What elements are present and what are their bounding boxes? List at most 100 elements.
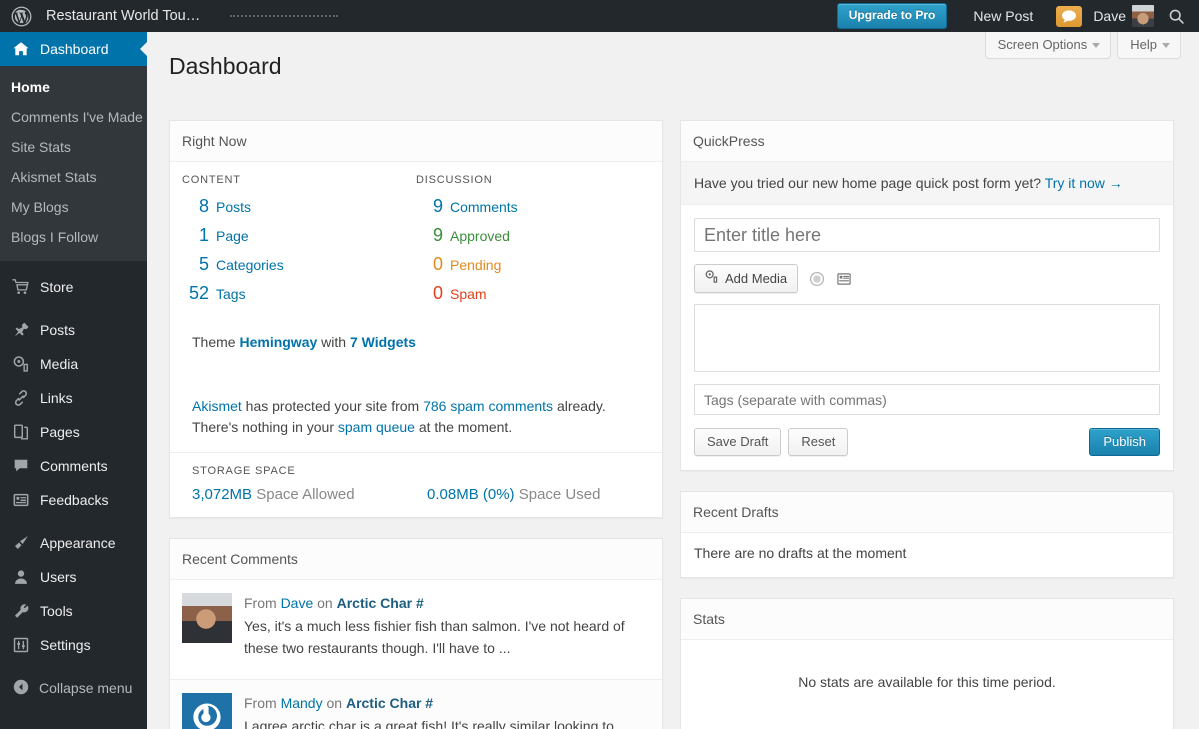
sidebar-item-site-stats[interactable]: Site Stats (0, 132, 147, 162)
theme-name-link[interactable]: Hemingway (239, 334, 317, 350)
main-content: Screen Options Help Dashboard Right Now … (147, 32, 1199, 729)
storage-space-section: STORAGE SPACE 3,072MB Space Allowed 0.08… (170, 452, 662, 517)
sidebar-item-dashboard[interactable]: Dashboard (0, 32, 147, 66)
widgets-link[interactable]: 7 Widgets (350, 334, 416, 350)
stat-row-pending[interactable]: 0 Pending (416, 252, 650, 277)
recent-comments-body: From Dave on Arctic Char # Yes, it's a m… (170, 580, 662, 729)
add-media-label: Add Media (725, 270, 788, 286)
record-audio-icon[interactable] (809, 271, 825, 287)
spam-queue-link[interactable]: spam queue (338, 419, 415, 435)
sidebar-item-comments[interactable]: Comments (0, 449, 147, 483)
sidebar-item-store[interactable]: Store (0, 270, 147, 304)
comment-item[interactable]: From Mandy on Arctic Char # I agree arct… (170, 680, 662, 729)
stats-title: Stats (681, 599, 1173, 640)
save-draft-button[interactable]: Save Draft (694, 428, 782, 456)
quickpress-title: QuickPress (681, 121, 1173, 162)
wrench-icon (11, 601, 31, 621)
comment-author[interactable]: Mandy (281, 695, 323, 711)
content-heading: CONTENT (182, 174, 241, 186)
space-used-cell: 0.08MB (0%) Space Used (427, 486, 662, 503)
wordpress-logo-icon[interactable] (0, 0, 42, 32)
sidebar-item-label: Tools (40, 603, 73, 619)
avatar[interactable] (1132, 5, 1154, 27)
comment-meta: From Mandy on Arctic Char # (244, 693, 650, 713)
sidebar-item-posts[interactable]: Posts (0, 313, 147, 347)
stat-row-categories[interactable]: 5 Categories (182, 252, 416, 277)
pin-icon (11, 320, 31, 340)
screen-options-button[interactable]: Screen Options (984, 32, 1112, 59)
stat-row-posts[interactable]: 8 Posts (182, 194, 416, 219)
new-post-button[interactable]: New Post (961, 8, 1045, 24)
akismet-link[interactable]: Akismet (192, 398, 242, 414)
reset-button[interactable]: Reset (788, 428, 849, 456)
stat-row-comments[interactable]: 9 Comments (416, 194, 650, 219)
chevron-down-icon (1162, 43, 1170, 48)
comment-bubble-icon[interactable] (1056, 5, 1083, 27)
sidebar-item-tools[interactable]: Tools (0, 594, 147, 628)
recent-drafts-empty-text: There are no drafts at the moment (694, 545, 907, 561)
sidebar-item-appearance[interactable]: Appearance (0, 526, 147, 560)
pages-label: Page (216, 228, 249, 244)
pages-count: 1 (198, 225, 209, 245)
quickpress-title-input[interactable] (694, 218, 1160, 252)
comments-count: 9 (432, 196, 443, 216)
admin-bar: Restaurant World Tou… Upgrade to Pro New… (0, 0, 1199, 32)
sidebar-item-label: Settings (40, 637, 91, 653)
quickpress-tags-input[interactable] (694, 384, 1160, 415)
collapse-menu-button[interactable]: Collapse menu (0, 671, 147, 705)
sidebar-item-label: Store (40, 279, 74, 295)
upgrade-to-pro-button[interactable]: Upgrade to Pro (836, 3, 948, 29)
sidebar-item-links[interactable]: Links (0, 381, 147, 415)
comment-item[interactable]: From Dave on Arctic Char # Yes, it's a m… (170, 580, 662, 680)
quickpress-form: Add Media (681, 205, 1173, 470)
stat-row-approved[interactable]: 9 Approved (416, 223, 650, 248)
stat-row-spam[interactable]: 0 Spam (416, 281, 650, 306)
posts-label: Posts (216, 199, 252, 215)
sidebar-item-feedbacks[interactable]: Feedbacks (0, 483, 147, 517)
add-media-button[interactable]: Add Media (694, 264, 799, 293)
sidebar-item-settings[interactable]: Settings (0, 628, 147, 662)
try-it-now-link[interactable]: Try it now → (1045, 175, 1123, 191)
theme-mid: with (317, 334, 350, 350)
right-now-body: CONTENT 8 Posts 1 Page 5 Categories 52 T… (170, 162, 662, 517)
categories-label: Categories (216, 257, 284, 273)
site-title[interactable]: Restaurant World Tou… (42, 0, 206, 32)
comment-post-link[interactable]: Arctic Char # (346, 695, 433, 711)
user-name-label[interactable]: Dave (1093, 8, 1132, 24)
chevron-down-icon (1092, 43, 1101, 48)
sidebar-item-users[interactable]: Users (0, 560, 147, 594)
sidebar-item-pages[interactable]: Pages (0, 415, 147, 449)
settings-sliders-icon (11, 635, 31, 655)
comment-post-link[interactable]: Arctic Char # (337, 595, 424, 611)
sidebar-item-home[interactable]: Home (0, 72, 147, 102)
recent-drafts-title: Recent Drafts (681, 492, 1173, 533)
contact-form-icon[interactable] (836, 271, 852, 287)
stat-row-tags[interactable]: 52 Tags (182, 281, 416, 306)
search-icon[interactable] (1166, 0, 1199, 32)
sidebar-item-label: Dashboard (40, 41, 109, 57)
admin-sidebar: Dashboard Home Comments I've Made Site S… (0, 32, 147, 729)
sidebar-item-comments-ive-made[interactable]: Comments I've Made (0, 102, 147, 132)
sidebar-item-blogs-i-follow[interactable]: Blogs I Follow (0, 222, 147, 252)
tags-count: 52 (188, 283, 209, 303)
quickpress-panel: QuickPress Have you tried our new home p… (680, 120, 1174, 471)
quickpress-content-textarea[interactable] (694, 304, 1160, 372)
recent-comments-title: Recent Comments (170, 539, 662, 580)
comment-body: From Mandy on Arctic Char # I agree arct… (244, 693, 650, 729)
dashboard-submenu: Home Comments I've Made Site Stats Akism… (0, 66, 147, 261)
posts-count: 8 (198, 196, 209, 216)
space-used-label: Space Used (518, 486, 601, 503)
right-now-title: Right Now (170, 121, 662, 162)
sidebar-item-media[interactable]: Media (0, 347, 147, 381)
comments-label: Comments (450, 199, 518, 215)
storage-space-heading: STORAGE SPACE (192, 465, 296, 477)
help-button[interactable]: Help (1117, 32, 1181, 59)
sidebar-item-my-blogs[interactable]: My Blogs (0, 192, 147, 222)
collapse-menu-label: Collapse menu (39, 680, 133, 696)
stat-row-pages[interactable]: 1 Page (182, 223, 416, 248)
spam-comments-link[interactable]: 786 spam comments (423, 398, 553, 414)
comment-from-label: From (244, 695, 281, 711)
sidebar-item-akismet-stats[interactable]: Akismet Stats (0, 162, 147, 192)
comment-author[interactable]: Dave (281, 595, 314, 611)
publish-button[interactable]: Publish (1089, 428, 1160, 456)
